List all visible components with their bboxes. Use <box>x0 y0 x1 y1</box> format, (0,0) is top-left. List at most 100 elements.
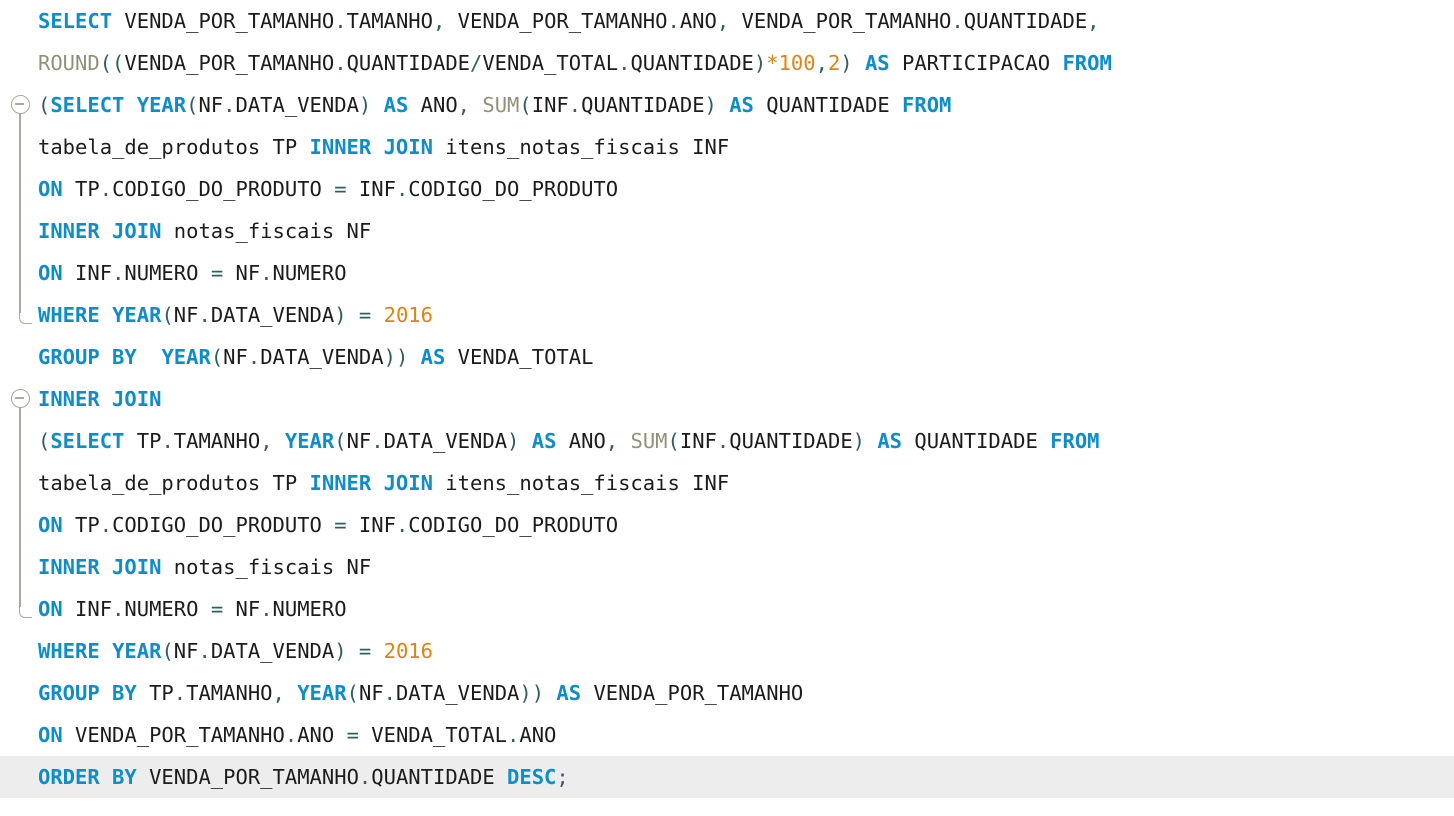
code-line-text: (SELECT TP.TAMANHO, YEAR(NF.DATA_VENDA) … <box>38 420 1100 462</box>
code-token-kw: AS <box>877 429 903 453</box>
sql-code-editor[interactable]: SELECT VENDA_POR_TAMANHO.TAMANHO, VENDA_… <box>0 0 1454 816</box>
code-line[interactable]: ON INF.NUMERO = NF.NUMERO <box>0 588 1454 630</box>
code-token-pun: . <box>507 723 520 747</box>
code-token-fn: SUM <box>630 429 668 453</box>
code-token-id: itens_notas_fiscais INF <box>432 135 730 159</box>
code-token-kw: AS <box>383 93 409 117</box>
code-token-pun: , <box>815 51 828 75</box>
code-line[interactable]: WHERE YEAR(NF.DATA_VENDA) = 2016 <box>0 294 1454 336</box>
code-token-id: NF <box>223 597 261 621</box>
code-token-kw: YEAR <box>112 639 162 663</box>
code-token-pun: ) <box>704 93 717 117</box>
code-token-id: QUANTIDADE <box>729 429 853 453</box>
code-line[interactable]: INNER JOIN notas_fiscais NF <box>0 210 1454 252</box>
code-token-id: PARTICIPACAO <box>889 51 1063 75</box>
code-token-id: TP <box>124 429 162 453</box>
code-line-text: ON TP.CODIGO_DO_PRODUTO = INF.CODIGO_DO_… <box>38 504 618 546</box>
code-content[interactable]: SELECT VENDA_POR_TAMANHO.TAMANHO, VENDA_… <box>0 0 1454 798</box>
code-token-id: QUANTIDADE <box>902 429 1051 453</box>
code-token-pun: . <box>568 93 582 117</box>
code-line[interactable]: ON TP.CODIGO_DO_PRODUTO = INF.CODIGO_DO_… <box>0 504 1454 546</box>
code-line[interactable]: INNER JOIN notas_fiscais NF <box>0 546 1454 588</box>
code-token-pun: = <box>210 597 224 621</box>
code-token-id: VENDA_POR_TAMANHO <box>445 9 668 33</box>
code-token-id: DATA_VENDA <box>383 429 508 453</box>
code-token-kw: SELECT <box>50 429 125 453</box>
code-token-id <box>544 681 556 705</box>
code-token-kw: ORDER BY <box>38 765 137 789</box>
code-token-id: INF <box>531 93 569 117</box>
code-token-pun: ) <box>358 93 372 117</box>
code-token-kw: YEAR <box>297 681 347 705</box>
code-token-kw: AS <box>556 681 582 705</box>
code-token-pun: . <box>284 723 298 747</box>
code-line[interactable]: GROUP BY YEAR(NF.DATA_VENDA)) AS VENDA_T… <box>0 336 1454 378</box>
code-line[interactable]: ON VENDA_POR_TAMANHO.ANO = VENDA_TOTAL.A… <box>0 714 1454 756</box>
code-token-id: DATA_VENDA <box>235 93 359 117</box>
code-token-id: NF <box>173 303 199 327</box>
code-token-id: ANO <box>519 723 557 747</box>
code-line[interactable]: (SELECT TP.TAMANHO, YEAR(NF.DATA_VENDA) … <box>0 420 1454 462</box>
code-line[interactable]: (SELECT YEAR(NF.DATA_VENDA) AS ANO, SUM(… <box>0 84 1454 126</box>
code-line[interactable]: ROUND((VENDA_POR_TAMANHO.QUANTIDADE/VEND… <box>0 42 1454 84</box>
code-token-kw: DESC <box>507 765 557 789</box>
code-token-kw: FROM <box>902 93 952 117</box>
code-token-id: TAMANHO <box>173 429 261 453</box>
code-token-kw: SELECT <box>50 93 125 117</box>
code-token-id: ANO <box>408 93 458 117</box>
code-token-pun: ( <box>210 345 224 369</box>
code-token-pun: . <box>198 303 211 327</box>
code-token-id: DATA_VENDA <box>210 639 335 663</box>
code-token-kw: FROM <box>1062 51 1112 75</box>
code-line[interactable]: ON TP.CODIGO_DO_PRODUTO = INF.CODIGO_DO_… <box>0 168 1454 210</box>
code-line-text: tabela_de_produtos TP INNER JOIN itens_n… <box>38 462 729 504</box>
code-line[interactable]: INNER JOIN <box>0 378 1454 420</box>
code-token-id: ANO <box>556 429 606 453</box>
code-token-num: 2016 <box>383 303 433 327</box>
code-token-pun: ) <box>840 51 853 75</box>
code-token-pun: . <box>112 261 125 285</box>
code-line[interactable]: tabela_de_produtos TP INNER JOIN itens_n… <box>0 126 1454 168</box>
code-token-kw: YEAR <box>284 429 335 453</box>
code-token-pun: . <box>260 597 273 621</box>
code-token-pun: . <box>716 429 730 453</box>
code-token-id: CODIGO_DO_PRODUTO <box>408 513 619 537</box>
code-token-id: INF <box>62 597 113 621</box>
code-token-fn: SUM <box>482 93 520 117</box>
code-token-pun: = <box>358 639 372 663</box>
code-token-id: NF <box>223 261 261 285</box>
code-token-id: CODIGO_DO_PRODUTO <box>112 177 335 201</box>
code-token-id <box>285 681 297 705</box>
code-token-id: TAMANHO <box>186 681 273 705</box>
code-token-id: ANO <box>679 9 717 33</box>
code-line-text: INNER JOIN <box>38 378 161 420</box>
code-token-id <box>371 93 383 117</box>
code-token-pun: . <box>161 429 174 453</box>
code-token-pun: ( <box>161 303 174 327</box>
code-token-id: TP <box>62 513 100 537</box>
code-token-id: NF <box>358 681 384 705</box>
code-token-id: NUMERO <box>272 597 347 621</box>
code-token-pun: . <box>99 513 113 537</box>
code-token-id <box>347 303 359 327</box>
code-line-text: ON INF.NUMERO = NF.NUMERO <box>38 588 347 630</box>
code-token-id: ANO <box>297 723 347 747</box>
code-token-num: 100 <box>778 51 816 75</box>
code-token-pun: ( <box>161 639 174 663</box>
code-line[interactable]: SELECT VENDA_POR_TAMANHO.TAMANHO, VENDA_… <box>0 0 1454 42</box>
code-line-text: tabela_de_produtos TP INNER JOIN itens_n… <box>38 126 729 168</box>
code-line[interactable]: tabela_de_produtos TP INNER JOIN itens_n… <box>0 462 1454 504</box>
code-line-text: ON VENDA_POR_TAMANHO.ANO = VENDA_TOTAL.A… <box>38 714 556 756</box>
code-line[interactable]: ON INF.NUMERO = NF.NUMERO <box>0 252 1454 294</box>
code-line[interactable]: GROUP BY TP.TAMANHO, YEAR(NF.DATA_VENDA)… <box>0 672 1454 714</box>
code-line[interactable]: ORDER BY VENDA_POR_TAMANHO.QUANTIDADE DE… <box>0 756 1454 798</box>
code-token-id: INF <box>62 261 113 285</box>
code-token-id <box>371 303 383 327</box>
code-line-text: WHERE YEAR(NF.DATA_VENDA) = 2016 <box>38 630 433 672</box>
code-token-pun: ) <box>334 639 347 663</box>
code-token-pun: ) <box>334 303 347 327</box>
code-line[interactable]: WHERE YEAR(NF.DATA_VENDA) = 2016 <box>0 630 1454 672</box>
code-token-pun: )) <box>519 681 545 705</box>
code-token-pun: = <box>334 513 347 537</box>
code-token-id: DATA_VENDA <box>395 681 520 705</box>
